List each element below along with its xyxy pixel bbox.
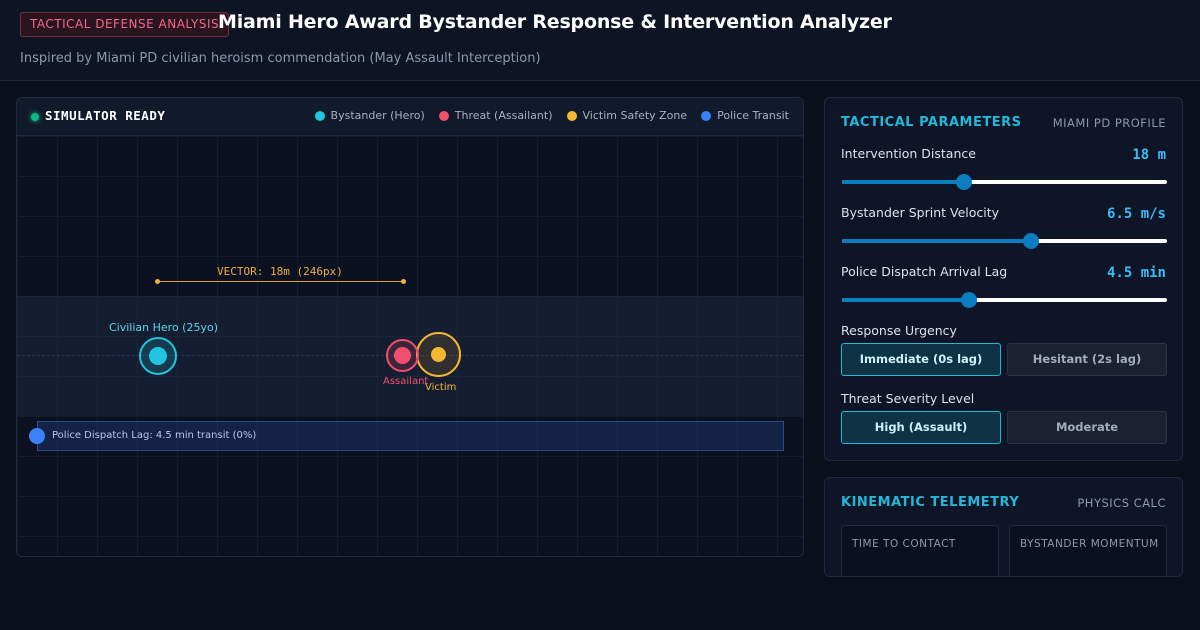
severity-moderate-button[interactable]: Moderate xyxy=(1007,411,1167,444)
severity-label: Threat Severity Level xyxy=(841,391,975,406)
vector-end-marker xyxy=(401,279,406,284)
panel-title: KINEMATIC TELEMETRY xyxy=(841,495,1020,510)
slider-thumb[interactable] xyxy=(955,174,972,190)
urgency-label: Response Urgency xyxy=(841,323,957,338)
bystander-momentum-card: BYSTANDER MOMENTUM xyxy=(1009,525,1167,576)
legend-item-victim: Victim Safety Zone xyxy=(566,109,688,122)
lag-value: 4.5 min xyxy=(1106,265,1166,281)
severity-high-button[interactable]: High (Assault) xyxy=(841,411,1001,444)
threat-core xyxy=(394,347,411,364)
simulator-toolbar: SIMULATOR READY Bystander (Hero) Threat … xyxy=(17,98,803,136)
victim-dot-icon xyxy=(566,110,577,121)
vector-label: VECTOR: 18m (246px) xyxy=(217,265,343,278)
velocity-slider[interactable] xyxy=(842,233,1167,249)
distance-value: 18 m xyxy=(1132,147,1166,163)
legend-label: Threat (Assailant) xyxy=(454,109,553,122)
hero-core xyxy=(149,347,167,365)
police-unit-icon xyxy=(29,428,45,444)
page-title: Miami Hero Award Bystander Response & In… xyxy=(218,11,892,33)
card-label: BYSTANDER MOMENTUM xyxy=(1020,538,1159,550)
simulation-canvas[interactable]: VECTOR: 18m (246px) Civilian Hero (25yo)… xyxy=(17,136,803,556)
legend-label: Victim Safety Zone xyxy=(582,109,688,122)
bystander-hero-marker[interactable] xyxy=(139,337,177,375)
urgency-hesitant-button[interactable]: Hesitant (2s lag) xyxy=(1007,343,1167,376)
lag-slider[interactable] xyxy=(842,292,1167,308)
time-to-contact-card: TIME TO CONTACT xyxy=(841,525,999,576)
velocity-value: 6.5 m/s xyxy=(1106,206,1166,222)
legend: Bystander (Hero) Threat (Assailant) Vict… xyxy=(314,109,789,122)
slider-thumb[interactable] xyxy=(1022,233,1039,249)
vector-start-marker xyxy=(155,279,160,284)
bystander-dot-icon xyxy=(314,110,325,121)
tactical-parameters-panel: TACTICAL PARAMETERS MIAMI PD PROFILE Int… xyxy=(824,97,1183,461)
slider-fill xyxy=(842,180,964,184)
calc-tag: PHYSICS CALC xyxy=(1077,496,1166,510)
legend-item-police: Police Transit xyxy=(701,109,789,122)
legend-label: Police Transit xyxy=(717,109,789,122)
panel-title: TACTICAL PARAMETERS xyxy=(841,115,1022,130)
threat-dot-icon xyxy=(438,110,449,121)
slider-fill xyxy=(842,298,969,302)
kinematic-telemetry-panel: KINEMATIC TELEMETRY PHYSICS CALC TIME TO… xyxy=(824,477,1183,577)
velocity-label: Bystander Sprint Velocity xyxy=(841,205,1000,220)
legend-item-bystander: Bystander (Hero) xyxy=(314,109,425,122)
police-dot-icon xyxy=(701,110,712,121)
simulator-status: SIMULATOR READY xyxy=(45,108,166,123)
distance-slider[interactable] xyxy=(842,174,1167,190)
status-indicator-icon xyxy=(31,113,39,121)
slider-fill xyxy=(842,239,1031,243)
page-subtitle: Inspired by Miami PD civilian heroism co… xyxy=(20,51,541,66)
simulator-panel: SIMULATOR READY Bystander (Hero) Threat … xyxy=(16,97,804,557)
urgency-immediate-button[interactable]: Immediate (0s lag) xyxy=(841,343,1001,376)
threat-assailant-marker[interactable] xyxy=(386,339,419,372)
analysis-badge: TACTICAL DEFENSE ANALYSIS xyxy=(20,12,230,37)
distance-label: Intervention Distance xyxy=(841,146,976,161)
legend-label: Bystander (Hero) xyxy=(330,109,425,122)
app-header: TACTICAL DEFENSE ANALYSIS Miami Hero Awa… xyxy=(0,0,1200,81)
vector-line xyxy=(157,281,403,282)
victim-marker[interactable] xyxy=(416,332,461,377)
card-label: TIME TO CONTACT xyxy=(852,538,956,550)
dispatch-label: Police Dispatch Lag: 4.5 min transit (0%… xyxy=(52,430,257,441)
slider-thumb[interactable] xyxy=(960,292,977,308)
profile-tag: MIAMI PD PROFILE xyxy=(1052,116,1166,130)
legend-item-threat: Threat (Assailant) xyxy=(438,109,553,122)
threat-label: Assailant xyxy=(383,376,429,387)
lag-label: Police Dispatch Arrival Lag xyxy=(841,264,1008,279)
victim-core xyxy=(431,347,446,362)
hero-label: Civilian Hero (25yo) xyxy=(109,321,218,334)
victim-label: Victim xyxy=(425,382,457,393)
